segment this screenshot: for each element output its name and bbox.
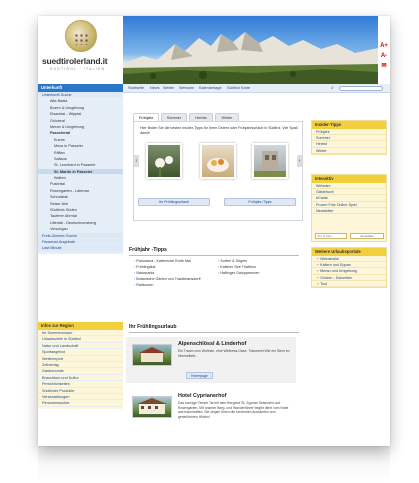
topnav-wetter[interactable]: Wetter	[163, 84, 174, 93]
topnav-webcam[interactable]: Webcam	[179, 84, 194, 93]
left-navigation-info: Infos zur Region Ihr Sommerurlaub Urlaubs…	[38, 322, 123, 409]
tipp-link[interactable]: Radtouren	[134, 282, 214, 288]
nav-item[interactable]: Last Minute	[38, 245, 123, 252]
logo-text: suedtirolerland.it	[42, 56, 108, 66]
tipp-link[interactable]: Haflinger Galopprennen	[218, 270, 298, 276]
top-navigation: Startseite News Wetter Webcam Kalenderta…	[123, 84, 390, 93]
header-banner-image	[123, 16, 378, 84]
homepage-button[interactable]: Homepage	[186, 372, 213, 379]
logo-emblem-icon	[65, 20, 97, 52]
fruehlingsurlaub-button[interactable]: Ihr Frühlingsurlaub	[138, 198, 210, 206]
portale-list: WeinstraßeKaltern und EppanMeran und Umg…	[312, 256, 386, 287]
divider	[129, 255, 299, 256]
newsletter-subscribe-button[interactable]: Anmelden	[350, 233, 384, 239]
interaktiv-item[interactable]: Newsletter	[312, 208, 386, 214]
offer-title[interactable]: Hotel Cyprianerhof	[178, 393, 227, 399]
logo-subtitle: SÜDTIROL · ITALIEN	[50, 67, 106, 71]
logo[interactable]: suedtirolerland.it SÜDTIROL · ITALIEN	[38, 16, 123, 84]
font-smaller-button[interactable]: A-	[380, 52, 388, 60]
urlaubsportale-box: Weitere Urlaubsportale WeinstraßeKaltern…	[311, 247, 387, 288]
search-input[interactable]	[339, 86, 383, 91]
interaktiv-box: Interaktiv Webcam Gästebuch eCards Frozen F…	[311, 174, 387, 242]
font-larger-button[interactable]: A+	[380, 42, 388, 50]
insider-item[interactable]: Winter	[312, 148, 386, 154]
mail-icon[interactable]: ✉	[380, 62, 388, 70]
info-item[interactable]: Personensucher	[38, 400, 123, 407]
page-reflection	[38, 446, 390, 483]
tab-herbst[interactable]: Herbst	[189, 113, 213, 121]
offer-title[interactable]: Alpenschlössl & Linderhof	[178, 341, 246, 347]
newsletter-email-field[interactable]: Ihre E-Mail	[315, 233, 347, 239]
offer-card: Alpenschlössl & Linderhof Ein Traum vom …	[126, 337, 296, 383]
tab-fruehjahr[interactable]: Frühjahr	[133, 113, 159, 121]
tipps-list-left: Panorama - Kaltenrose Ende MaiFrühlingst…	[134, 258, 214, 288]
side-tools: A+ A- ✉	[378, 16, 390, 84]
interaktiv-heading: Interaktiv	[312, 175, 386, 183]
topnav-kalender[interactable]: Kalendertage	[199, 84, 222, 93]
fruehjahr-tipps-button[interactable]: Frühjahr-Tipps	[224, 198, 296, 206]
interaktiv-list: Webcam Gästebuch eCards Frozen Fritz Online…	[312, 183, 386, 214]
thumbnail-image[interactable]	[146, 143, 182, 179]
nav-head-unterkunft[interactable]: Unterkunft	[38, 84, 123, 92]
search-icon[interactable]: ⌕	[331, 85, 334, 91]
urlaubsportale-heading: Weitere Urlaubsportale	[312, 248, 386, 256]
tab-panel: Hier finden Sie die besten Insider-Tipps…	[133, 121, 303, 221]
insider-tipps-heading: Insider-Tipps	[312, 121, 386, 129]
offer-card: Hotel Cyprianerhof Das sonnige Tierser T…	[126, 389, 296, 439]
thumbnail-image[interactable]	[200, 143, 236, 179]
nav-list: Unterkunft-Suche Alta Badia Bozen & Umgebu…	[38, 92, 123, 254]
offer-image[interactable]	[132, 396, 172, 418]
info-list: Ihr Sommerurlaub Urlaubsziele in Südtirol…	[38, 330, 123, 409]
nav-head-infos[interactable]: Infos zur Region	[38, 322, 123, 330]
insider-tipps-box: Insider-Tipps Frühjahr Sommer Herbst Winter	[311, 120, 387, 155]
tab-sommer[interactable]: Sommer	[161, 113, 187, 121]
tipps-title: Frühjahr -Tipps	[129, 247, 167, 253]
topnav-startseite[interactable]: Startseite	[128, 84, 144, 93]
urlaub-title: Ihr Frühlingsurlaub	[129, 324, 177, 330]
offer-image[interactable]	[132, 344, 172, 366]
topnav-karte[interactable]: Südtirol Karte	[227, 84, 250, 93]
thumbnail-image[interactable]	[252, 143, 288, 179]
web-page: suedtirolerland.it SÜDTIROL · ITALIEN A+…	[38, 16, 390, 446]
divider	[129, 332, 299, 333]
topnav-news[interactable]: News	[150, 84, 160, 93]
carousel-prev-button[interactable]: ‹	[134, 155, 139, 167]
tipps-list-right: Surfen & SegelnKalterer See TriathlonHaf…	[218, 258, 298, 276]
offer-text: Ein Traum vom Wohnen, eine Wellness-Oase…	[178, 349, 290, 358]
tab-intro-text: Hier finden Sie die besten Insider-Tipps…	[140, 126, 298, 135]
header: suedtirolerland.it SÜDTIROL · ITALIEN A+…	[38, 16, 390, 84]
insider-list: Frühjahr Sommer Herbst Winter	[312, 129, 386, 154]
offer-text: Das sonnige Tierser Tal mit dem Bergdorf…	[178, 401, 289, 419]
carousel-next-button[interactable]: ›	[297, 155, 302, 167]
tab-winter[interactable]: Winter	[215, 113, 239, 121]
portal-link[interactable]: Tirol	[312, 281, 386, 287]
